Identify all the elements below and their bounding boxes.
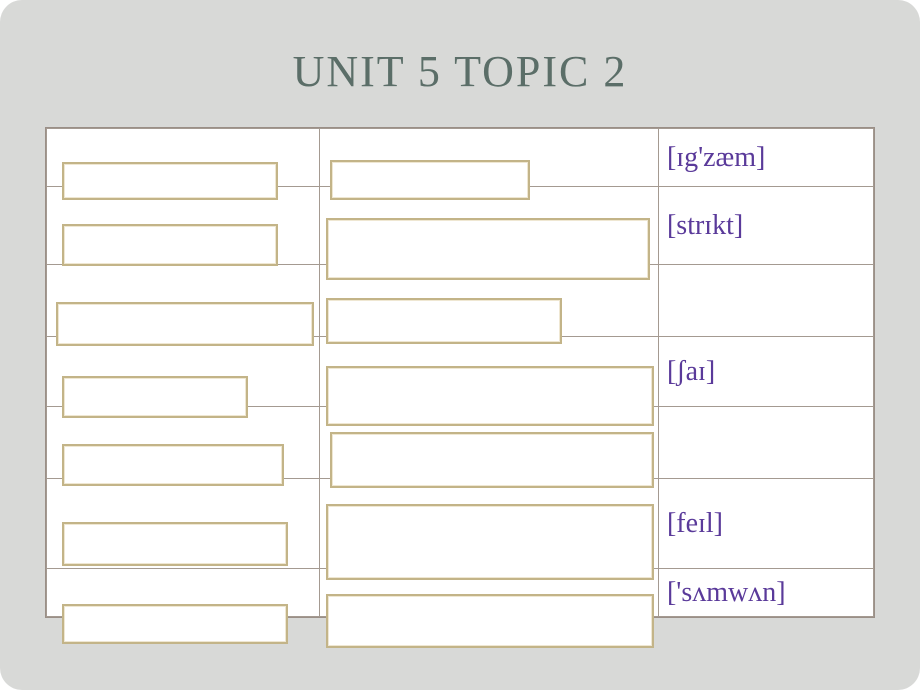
cell-ipa: [strɪkt] (658, 187, 873, 265)
cell-ipa: [ɪg'zæm] (658, 129, 873, 187)
cell-word (47, 337, 320, 407)
table-row: [ɪg'zæm] (47, 129, 874, 187)
cell-word (47, 479, 320, 569)
cell-word (47, 265, 320, 337)
slide-title: UNIT 5 TOPIC 2 (42, 46, 878, 97)
table-row (47, 407, 874, 479)
cell-def (319, 407, 658, 479)
table-row: [strɪkt] (47, 187, 874, 265)
cell-def (319, 479, 658, 569)
cell-def (319, 337, 658, 407)
cell-ipa (658, 265, 873, 337)
table-row: [ʃaɪ] (47, 337, 874, 407)
cell-word (47, 569, 320, 617)
cell-def (319, 187, 658, 265)
ipa-text: [strɪkt] (667, 210, 743, 241)
cell-ipa: [feɪl] (658, 479, 873, 569)
cell-ipa (658, 407, 873, 479)
cell-def (319, 569, 658, 617)
cell-ipa: ['sʌmwʌn] (658, 569, 873, 617)
cell-def (319, 265, 658, 337)
ipa-text: [ɪg'zæm] (667, 142, 765, 173)
table-row: ['sʌmwʌn] (47, 569, 874, 617)
cell-ipa: [ʃaɪ] (658, 337, 873, 407)
ipa-text: [feɪl] (667, 508, 723, 539)
cell-word (47, 187, 320, 265)
ipa-text: ['sʌmwʌn] (667, 577, 786, 608)
slide: UNIT 5 TOPIC 2 [ɪg'zæm] [strɪkt] (0, 0, 920, 690)
ipa-text: [ʃaɪ] (667, 356, 715, 387)
cell-word (47, 129, 320, 187)
table-row (47, 265, 874, 337)
vocabulary-table: [ɪg'zæm] [strɪkt] [ʃaɪ] (45, 127, 875, 618)
cell-def (319, 129, 658, 187)
table-row: [feɪl] (47, 479, 874, 569)
cell-word (47, 407, 320, 479)
table: [ɪg'zæm] [strɪkt] [ʃaɪ] (46, 128, 874, 617)
